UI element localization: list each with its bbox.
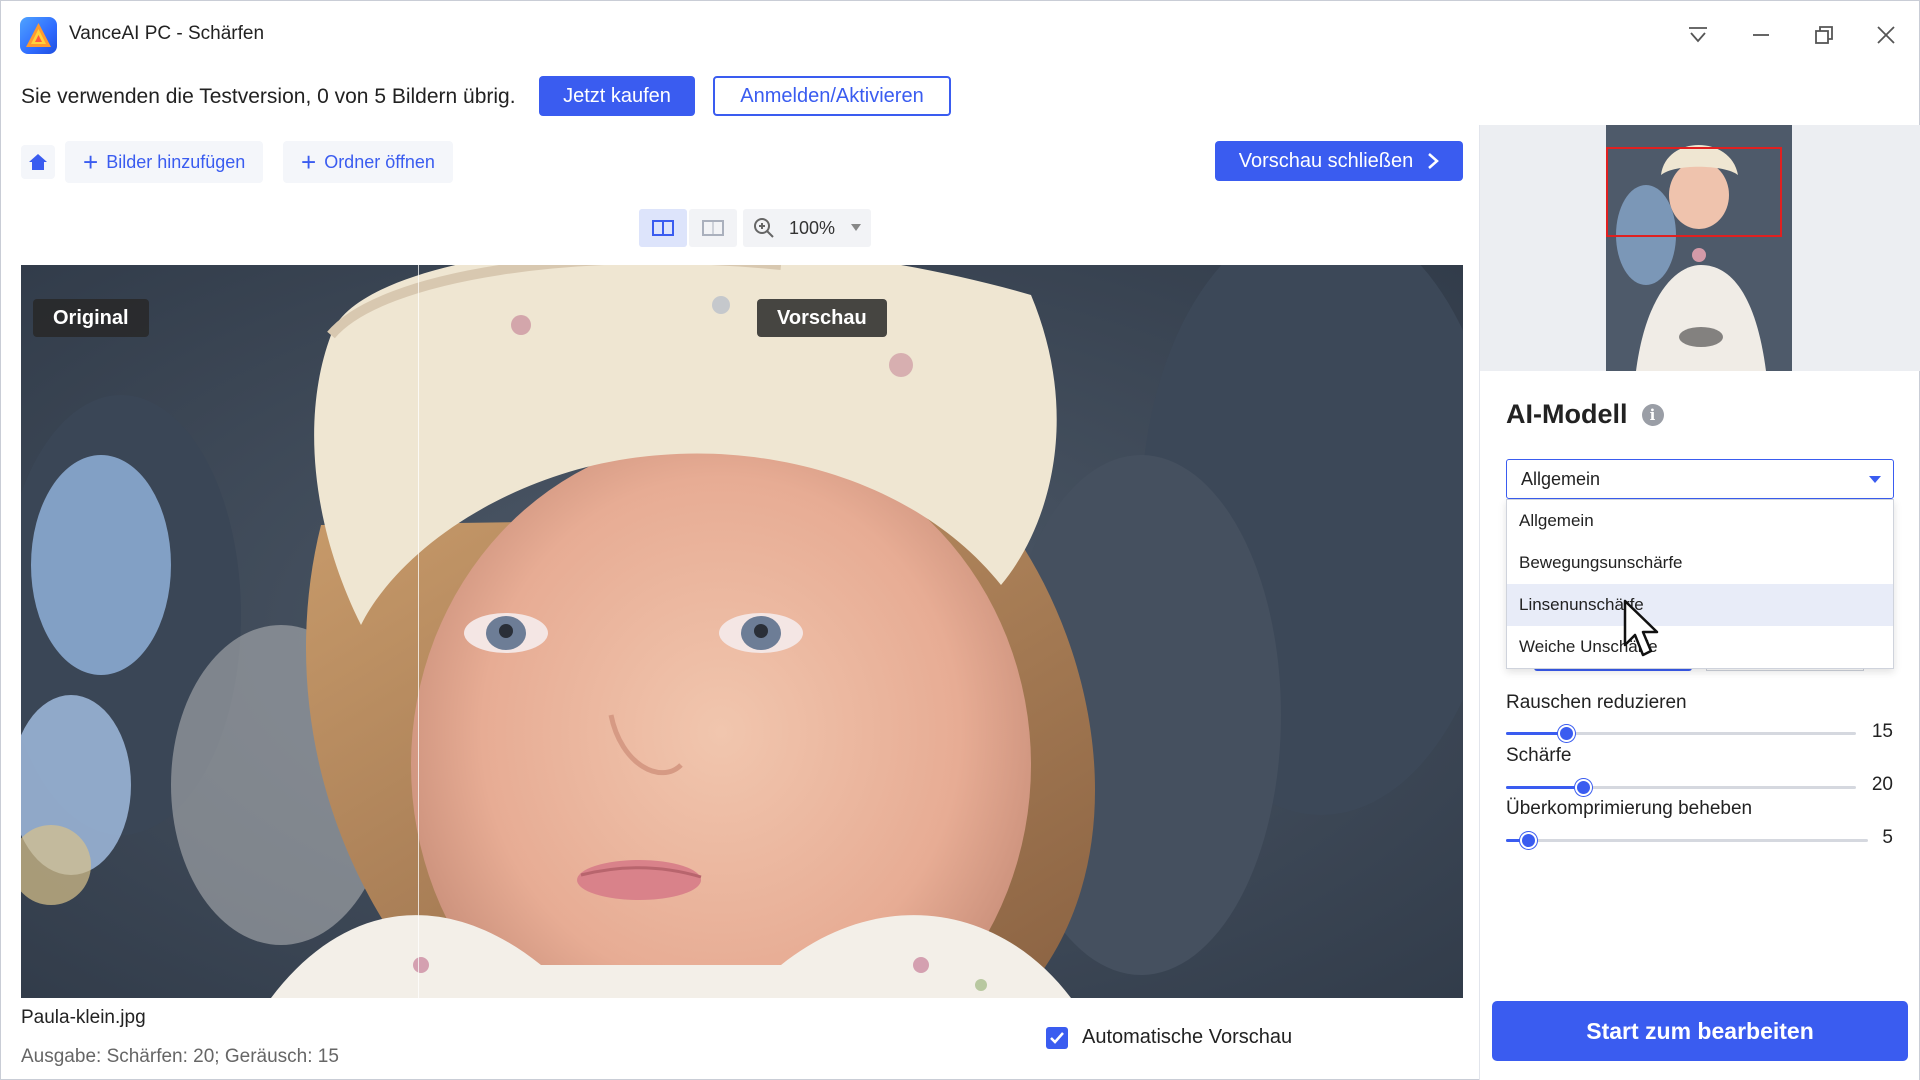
noise-slider-fill [1506, 732, 1566, 735]
home-icon [29, 154, 47, 170]
zoom-in-icon[interactable] [753, 217, 775, 239]
auto-preview-label: Automatische Vorschau [1082, 1026, 1293, 1048]
add-images-button[interactable]: + Bilder hinzufügen [65, 141, 264, 183]
filter-icon[interactable] [1676, 15, 1720, 55]
toolbar: + Bilder hinzufügen + Ordner öffnen Vors… [1, 125, 1477, 197]
split-view-icon [652, 220, 674, 236]
close-preview-label: Vorschau schließen [1238, 149, 1414, 172]
compression-slider-label: Überkomprimierung beheben [1506, 798, 1753, 819]
side-by-side-button[interactable] [689, 209, 737, 247]
login-activate-button[interactable]: Anmelden/Aktivieren [713, 76, 951, 116]
window-title: VanceAI PC - Schärfen [69, 23, 265, 44]
compression-slider-thumb[interactable] [1520, 832, 1537, 849]
ai-model-title: AI-Modell [1506, 399, 1628, 429]
compare-split-line[interactable] [418, 265, 419, 998]
chevron-down-icon [1869, 476, 1881, 483]
model-option-linsenunschaerfe[interactable]: Linsenunschärfe [1507, 584, 1893, 626]
trial-bar: Sie verwenden die Testversion, 0 von 5 B… [1, 69, 1919, 125]
sharpness-slider-label: Schärfe [1506, 745, 1572, 766]
vanceai-logo-icon [20, 17, 57, 54]
minimize-icon[interactable] [1739, 15, 1783, 55]
ai-model-heading: AI-Modell i [1506, 399, 1664, 430]
sharpness-slider-fill [1506, 786, 1583, 789]
split-view-button[interactable] [639, 209, 687, 247]
ai-model-select[interactable]: Allgemein [1506, 459, 1894, 499]
add-images-label: Bilder hinzufügen [106, 151, 246, 172]
open-folder-label: Ordner öffnen [324, 151, 435, 172]
chevron-down-icon[interactable] [851, 224, 862, 232]
file-name: Paula-klein.jpg [21, 1007, 146, 1028]
noise-slider-thumb[interactable] [1558, 725, 1575, 742]
trial-message: Sie verwenden die Testversion, 0 von 5 B… [21, 85, 516, 108]
sharpness-slider-thumb[interactable] [1575, 779, 1592, 796]
title-bar: VanceAI PC - Schärfen [1, 1, 1919, 69]
auto-preview-checkbox[interactable]: Automatische Vorschau [1046, 1026, 1292, 1049]
ai-model-selected: Allgemein [1521, 468, 1601, 489]
close-preview-button[interactable]: Vorschau schließen [1215, 141, 1463, 181]
app-window: VanceAI PC - Schärfen Sie verwenden die … [0, 0, 1920, 1080]
navigator-thumbnail[interactable] [1606, 125, 1792, 371]
buy-now-button[interactable]: Jetzt kaufen [539, 76, 695, 116]
mouse-cursor-icon [1623, 599, 1659, 657]
side-by-side-icon [702, 220, 724, 236]
sharpness-slider-value: 20 [1871, 774, 1893, 795]
settings-panel: AI-Modell i Allgemein Allgemein Bewegung… [1479, 125, 1920, 1080]
plus-icon: + [301, 147, 317, 177]
model-option-bewegungsunschaerfe[interactable]: Bewegungsunschärfe [1507, 542, 1893, 584]
image-preview[interactable]: Original Vorschau [21, 265, 1463, 998]
chevron-right-icon [1428, 153, 1440, 169]
close-icon[interactable] [1864, 15, 1908, 55]
output-info: Ausgabe: Schärfen: 20; Geräusch: 15 [21, 1046, 339, 1067]
original-tag: Original [33, 299, 149, 337]
noise-slider-label: Rauschen reduzieren [1506, 692, 1687, 713]
plus-icon: + [83, 147, 99, 177]
compression-slider-value: 5 [1882, 827, 1893, 848]
ai-model-options: Allgemein Bewegungsunschärfe Linsenunsch… [1506, 499, 1894, 669]
checkbox-checked-icon[interactable] [1046, 1026, 1068, 1049]
info-icon[interactable]: i [1641, 403, 1664, 426]
start-processing-button[interactable]: Start zum bearbeiten [1492, 1001, 1908, 1061]
compression-slider[interactable] [1506, 832, 1868, 849]
view-controls: 100% [639, 208, 872, 248]
sharpness-slider[interactable] [1506, 779, 1856, 796]
preview-tag: Vorschau [757, 299, 887, 337]
noise-slider-value: 15 [1871, 721, 1893, 742]
noise-slider[interactable] [1506, 725, 1856, 742]
preview-photo [21, 265, 1463, 998]
zoom-control[interactable]: 100% [743, 209, 872, 247]
model-option-weiche-unschaerfe[interactable]: Weiche Unschärfe [1507, 626, 1893, 668]
viewport-frame[interactable] [1606, 147, 1782, 237]
model-option-allgemein[interactable]: Allgemein [1507, 500, 1893, 542]
zoom-value: 100% [789, 217, 836, 238]
restore-icon[interactable] [1802, 15, 1846, 55]
open-folder-button[interactable]: + Ordner öffnen [283, 141, 453, 183]
home-button[interactable] [21, 145, 55, 179]
